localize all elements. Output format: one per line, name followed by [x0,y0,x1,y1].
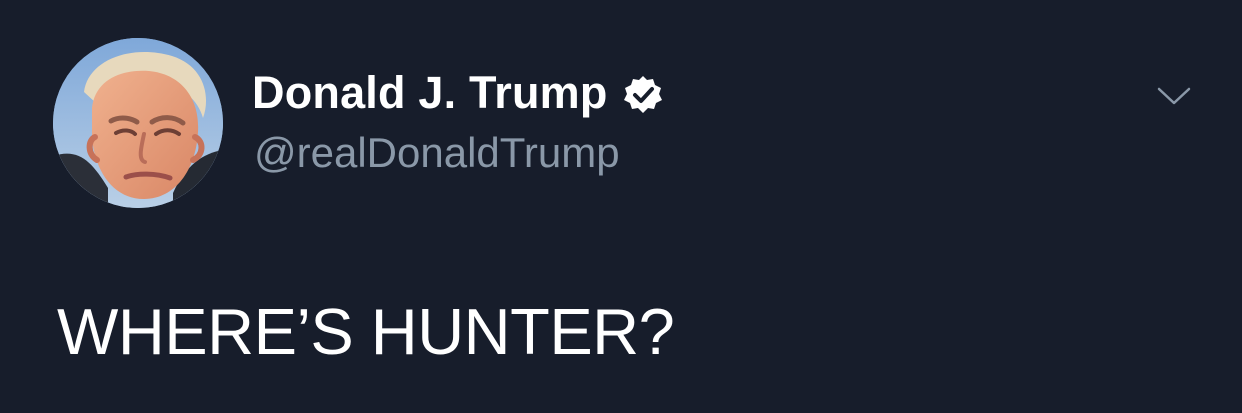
author-name-row: Donald J. Trump [252,64,664,122]
author-display-name[interactable]: Donald J. Trump [252,64,608,122]
tweet-options-button[interactable] [1150,78,1198,114]
tweet-body-text: WHERE’S HUNTER? [57,295,675,368]
chevron-down-icon [1157,87,1191,105]
verified-badge-icon [623,75,662,113]
tweet-card: Donald J. Trump @realDonaldTrump WHERE’S… [0,0,1242,413]
author-avatar[interactable] [53,38,223,208]
avatar-portrait-icon [53,38,223,208]
author-handle[interactable]: @realDonaldTrump [254,126,620,180]
